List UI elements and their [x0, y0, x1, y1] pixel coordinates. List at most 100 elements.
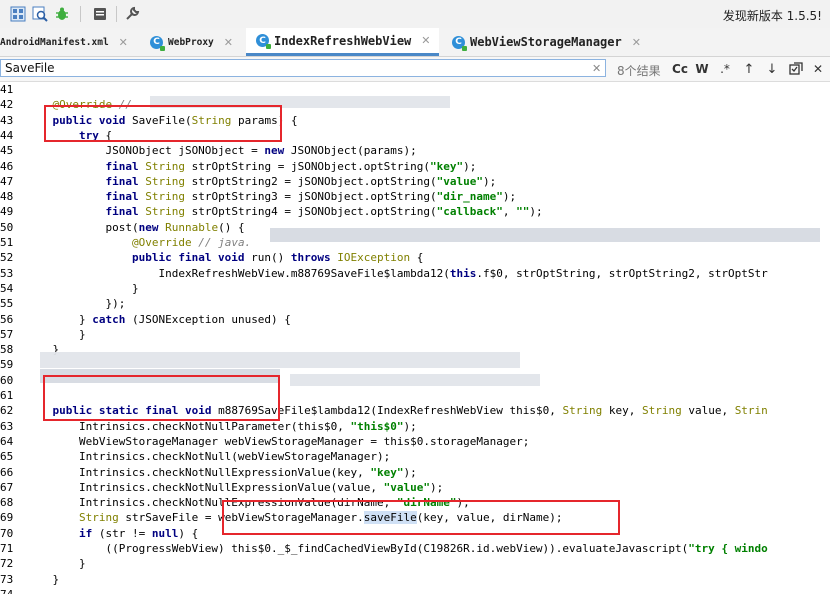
code-text: JSONObject jSONObject = new JSONObject(p…	[26, 144, 417, 158]
tab-androidmanifest[interactable]: AndroidManifest.xml ✕	[0, 28, 128, 56]
line-number: 49	[0, 205, 14, 219]
line-number: 47	[0, 174, 14, 188]
line-number: 64	[0, 434, 14, 448]
grid-view-icon	[10, 6, 26, 22]
code-line: 53 IndexRefreshWebView.m88769SaveFile$la…	[0, 266, 830, 281]
class-icon: C	[150, 35, 165, 51]
whole-word-toggle[interactable]: W	[694, 60, 710, 78]
code-line: 41	[0, 82, 830, 97]
update-notice[interactable]: 发现新版本 1.5.5!	[723, 7, 822, 24]
regex-toggle[interactable]: .*	[717, 60, 733, 78]
code-text: Intrinsics.checkNotNullExpressionValue(k…	[26, 465, 417, 479]
highlight-box-savefile-call	[222, 500, 620, 535]
line-number: 50	[0, 220, 14, 234]
code-text: final String strOptString = jSONObject.o…	[105, 159, 477, 173]
close-icon[interactable]: ✕	[632, 36, 641, 49]
code-line: 49 final String strOptString4 = jSONObje…	[0, 204, 830, 219]
code-line: 64 WebViewStorageManager webViewStorageM…	[0, 434, 830, 449]
toolbar-divider	[80, 6, 81, 22]
settings-button[interactable]	[122, 4, 142, 24]
wrench-icon	[126, 6, 140, 20]
line-number: 72	[0, 557, 14, 571]
code-line: 74	[0, 587, 830, 594]
line-number: 42	[0, 98, 14, 112]
match-case-toggle[interactable]: Cc	[670, 60, 690, 78]
code-line: 45 JSONObject jSONObject = new JSONObjec…	[0, 143, 830, 158]
line-number: 41	[0, 83, 14, 96]
code-text: @Override // java.	[131, 236, 252, 249]
close-icon[interactable]: ✕	[224, 36, 233, 49]
line-number: 69	[0, 511, 14, 525]
toolbar-divider	[116, 6, 117, 22]
code-text: }	[26, 557, 86, 571]
tab-label: AndroidManifest.xml	[0, 36, 109, 48]
code-text: IndexRefreshWebView.m88769SaveFile$lambd…	[26, 266, 768, 280]
code-text: Intrinsics.checkNotNullExpressionValue(v…	[26, 480, 444, 494]
previous-match-button[interactable]: ↑	[741, 60, 757, 78]
line-number: 74	[0, 587, 24, 594]
editor-tabs: AndroidManifest.xml ✕ C WebProxy ✕ C Ind…	[0, 28, 830, 57]
code-editor[interactable]: 41 42 @Override //43 public void SaveFile…	[0, 82, 830, 594]
close-icon: ✕	[812, 62, 824, 76]
debug-button[interactable]	[52, 4, 72, 24]
code-text: public final void run() throws IOExcepti…	[131, 251, 424, 265]
structure-button[interactable]	[8, 4, 28, 24]
document-icon	[94, 8, 106, 20]
bug-icon	[56, 7, 68, 20]
line-number: 65	[0, 450, 14, 464]
tab-webviewstoragemanager[interactable]: C WebViewStorageManager ✕	[452, 28, 641, 56]
code-line: 55 });	[0, 296, 830, 311]
tab-webproxy[interactable]: C WebProxy ✕	[150, 28, 233, 56]
line-number: 45	[0, 144, 14, 158]
highlight-box-savefile-method	[44, 105, 282, 142]
code-text: WebViewStorageManager webViewStorageMana…	[26, 434, 530, 448]
line-number: 63	[0, 419, 14, 433]
code-text: final String strOptString4 = jSONObject.…	[105, 205, 543, 219]
line-number: 60	[0, 373, 14, 387]
line-number: 59	[0, 358, 14, 372]
line-number: 66	[0, 465, 14, 479]
tab-label: IndexRefreshWebView	[274, 33, 412, 48]
tab-indexrefreshwebview[interactable]: C IndexRefreshWebView ✕	[246, 28, 439, 56]
close-icon[interactable]: ✕	[421, 34, 430, 47]
code-text: final String strOptString2 = jSONObject.…	[105, 174, 497, 188]
code-line: 67 Intrinsics.checkNotNullExpressionValu…	[0, 480, 830, 495]
log-button[interactable]	[90, 4, 110, 24]
line-number: 61	[0, 389, 14, 402]
close-find-button[interactable]: ✕	[810, 60, 826, 78]
code-line: 52 public final void run() throws IOExce…	[0, 250, 830, 265]
line-number: 53	[0, 266, 14, 280]
tab-label: WebViewStorageManager	[470, 35, 622, 49]
close-icon[interactable]: ✕	[119, 36, 128, 49]
line-number: 57	[0, 327, 14, 341]
code-text: });	[26, 297, 126, 311]
code-text: }	[26, 281, 139, 295]
line-number: 56	[0, 312, 14, 326]
search-button[interactable]	[30, 4, 50, 24]
code-text: post(new Runnable() {	[26, 220, 245, 234]
clear-icon[interactable]: ✕	[592, 62, 601, 75]
line-number: 68	[0, 496, 14, 510]
main-toolbar: 发现新版本 1.5.5!	[0, 0, 830, 29]
code-line: 72 }	[0, 556, 830, 571]
line-number: 71	[0, 542, 14, 555]
tab-label: WebProxy	[168, 36, 214, 48]
code-text: ((ProgressWebView) this$0._$_findCachedV…	[26, 542, 768, 555]
line-number: 62	[0, 404, 14, 418]
code-line: 47 final String strOptString2 = jSONObje…	[0, 174, 830, 189]
next-match-button[interactable]: ↓	[764, 60, 780, 78]
line-number: 51	[0, 236, 14, 249]
select-all-matches-button[interactable]	[787, 60, 805, 78]
magnifier-icon	[32, 6, 48, 22]
redacted-area	[290, 374, 540, 386]
code-text: } catch (JSONException unused) {	[26, 312, 291, 326]
search-input[interactable]	[0, 59, 606, 77]
code-line: 57 }	[0, 327, 830, 342]
code-line: 71 ((ProgressWebView) this$0._$_findCach…	[0, 541, 830, 556]
class-icon: C	[256, 34, 271, 49]
code-line: 65 Intrinsics.checkNotNull(webViewStorag…	[0, 449, 830, 464]
line-number: 48	[0, 190, 14, 204]
code-line: 54 }	[0, 281, 830, 296]
code-line: 48 final String strOptString3 = jSONObje…	[0, 189, 830, 204]
match-count: 8个结果	[617, 64, 661, 78]
